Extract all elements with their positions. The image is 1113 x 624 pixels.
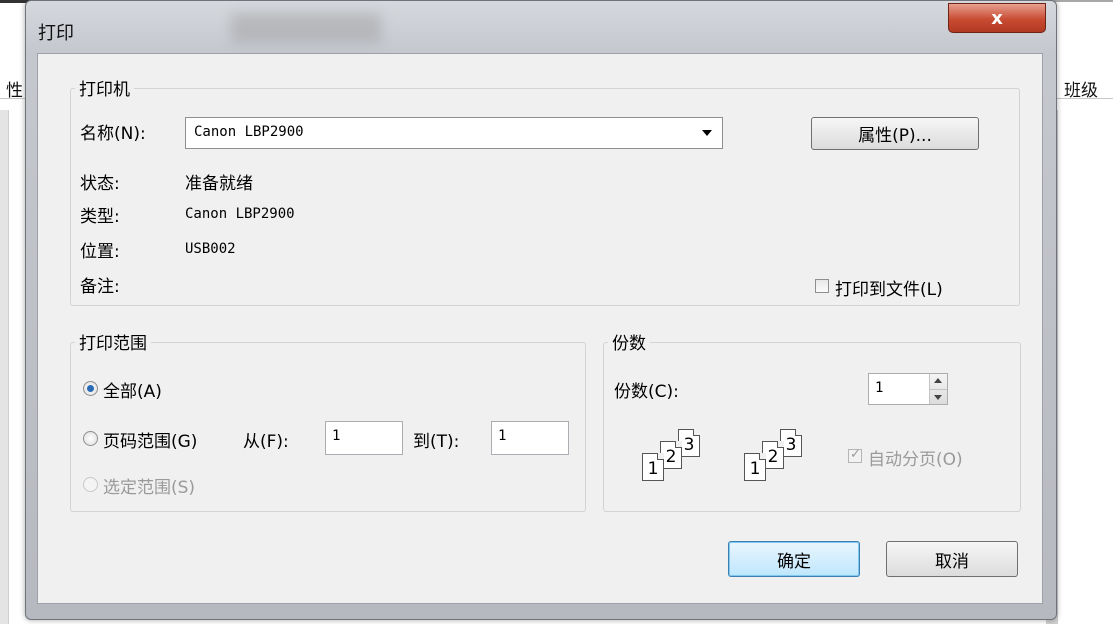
spinner-buttons[interactable] — [929, 374, 947, 404]
collate-page-stack-2: 3 2 1 — [744, 429, 834, 481]
printer-name-value: Canon LBP2900 — [194, 124, 304, 140]
collate-page-stack-1: 3 2 1 — [642, 429, 732, 481]
cancel-button[interactable]: 取消 — [886, 541, 1018, 577]
range-selection-label[interactable]: 选定范围(S) — [103, 473, 195, 498]
printer-name-select[interactable]: Canon LBP2900 — [185, 117, 723, 149]
range-selection-radio[interactable] — [83, 477, 98, 492]
dialog-body: 打印机 名称(N): Canon LBP2900 属性(P)... 状态: 准备… — [37, 53, 1043, 604]
range-all-label[interactable]: 全部(A) — [103, 377, 162, 402]
chevron-down-icon[interactable] — [934, 395, 942, 400]
chevron-up-icon[interactable] — [934, 378, 942, 383]
dialog-titlebar[interactable]: 打印 x — [26, 1, 1056, 57]
location-value: USB002 — [185, 241, 236, 257]
chevron-down-icon — [702, 130, 712, 136]
print-range-group-label: 打印范围 — [75, 329, 151, 354]
printer-group: 打印机 名称(N): Canon LBP2900 属性(P)... 状态: 准备… — [70, 75, 1020, 306]
type-value: Canon LBP2900 — [185, 206, 295, 222]
dialog-title: 打印 — [38, 23, 74, 44]
printer-name-label: 名称(N): — [80, 124, 146, 144]
copies-label: 份数(C): — [614, 382, 679, 402]
background-right-label: 班级 — [1064, 81, 1098, 101]
properties-button[interactable]: 属性(P)... — [811, 117, 979, 150]
ok-button[interactable]: 确定 — [728, 541, 860, 577]
type-label: 类型: — [80, 207, 120, 227]
range-pages-label[interactable]: 页码范围(G) — [103, 427, 197, 452]
status-label: 状态: — [80, 174, 120, 194]
comment-label: 备注: — [80, 277, 120, 297]
printer-group-label: 打印机 — [75, 75, 134, 100]
background-left-label: 性 — [6, 81, 23, 101]
page-icon-1: 1 — [744, 453, 766, 481]
copies-group: 份数 份数(C): 1 3 2 1 3 2 1 ✓ 自动分页(O) — [603, 329, 1021, 512]
print-to-file-checkbox[interactable] — [815, 279, 829, 293]
collate-label[interactable]: 自动分页(O) — [868, 445, 963, 470]
location-label: 位置: — [80, 242, 120, 262]
close-icon: x — [991, 7, 1003, 29]
copies-value: 1 — [875, 380, 884, 396]
status-value: 准备就绪 — [185, 174, 253, 194]
range-all-radio[interactable] — [83, 381, 98, 396]
print-dialog: 打印 x 打印机 名称(N): Canon LBP2900 属性(P)... 状… — [25, 0, 1057, 620]
page-icon-1: 1 — [642, 453, 664, 481]
to-label: 到(T): — [413, 432, 460, 452]
blurred-title-region — [231, 13, 381, 43]
background-left-column — [0, 110, 9, 624]
print-to-file-label[interactable]: 打印到文件(L) — [835, 275, 943, 300]
checkmark-icon: ✓ — [850, 447, 861, 462]
print-range-group: 打印范围 全部(A) 页码范围(G) 从(F): 1 到(T): 1 选定范围(… — [70, 329, 586, 512]
from-page-input[interactable]: 1 — [325, 421, 403, 455]
from-label: 从(F): — [243, 432, 289, 452]
copies-group-label: 份数 — [608, 329, 650, 354]
to-page-input[interactable]: 1 — [491, 421, 569, 455]
collate-checkbox[interactable]: ✓ — [848, 447, 862, 463]
range-pages-radio[interactable] — [83, 431, 98, 446]
copies-spinner[interactable]: 1 — [868, 373, 948, 405]
close-button[interactable]: x — [948, 3, 1046, 33]
